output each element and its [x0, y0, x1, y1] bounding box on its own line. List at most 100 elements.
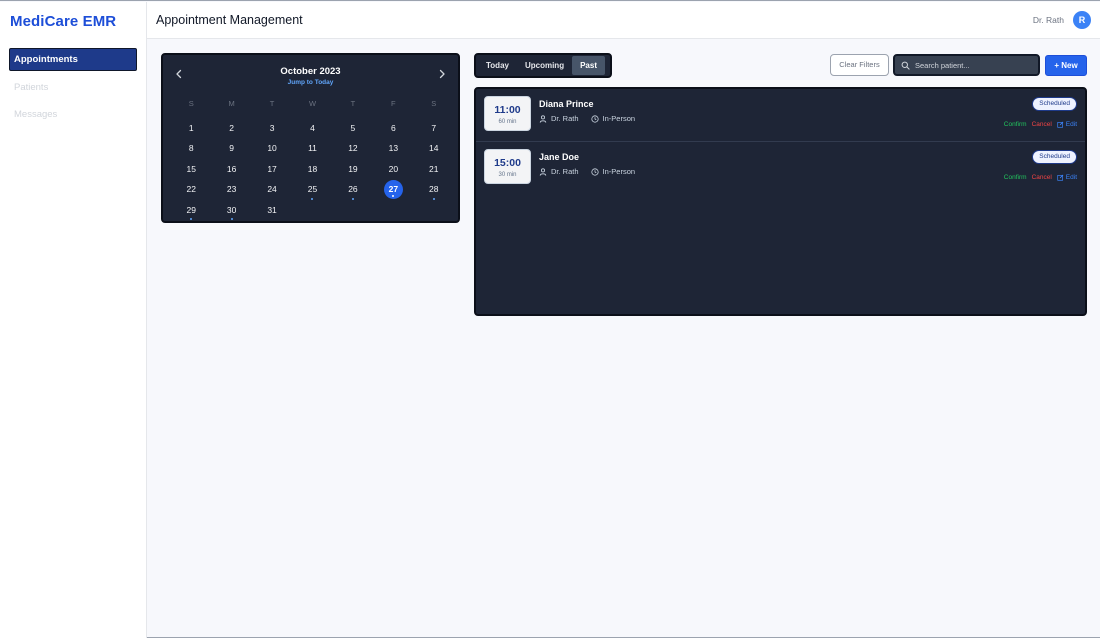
sidebar-item-appointments[interactable]: Appointments	[9, 48, 137, 71]
calendar-day[interactable]: 12	[333, 138, 373, 159]
calendar-day[interactable]: 28	[414, 179, 454, 200]
cancel-button[interactable]: Cancel	[1032, 174, 1052, 181]
clock-icon	[590, 114, 599, 123]
calendar-day[interactable]: 22	[171, 179, 211, 200]
appointment-time: 15:00	[494, 157, 521, 169]
appointment-item[interactable]: 15:00 30 min Jane Doe Dr. Rath In-Person…	[476, 142, 1085, 195]
clear-filters-button[interactable]: Clear Filters	[830, 54, 889, 76]
calendar-day-selected[interactable]: 27	[373, 179, 413, 200]
patient-name[interactable]: Diana Prince	[539, 99, 594, 109]
calendar-day-number: 19	[348, 163, 358, 174]
calendar-day-number: 7	[431, 122, 437, 133]
appointment-type: In-Person	[602, 114, 636, 123]
calendar-grid: S M T W T F S 1 2 3 4 5 6 7 8 9 10 11 12 13 14 15 16 17 18 19 20 21…	[171, 97, 454, 220]
calendar-day[interactable]: 23	[211, 179, 251, 200]
calendar-day[interactable]: 13	[373, 138, 413, 159]
confirm-button[interactable]: Confirm	[1004, 174, 1027, 181]
calendar-day-number: 3	[269, 122, 275, 133]
calendar-day-number: 22	[186, 184, 196, 194]
status-badge: Scheduled	[1032, 150, 1077, 164]
avatar[interactable]: R	[1073, 11, 1091, 29]
calendar-day-number: 17	[267, 163, 277, 174]
calendar-day[interactable]: 18	[292, 159, 332, 180]
calendar-day[interactable]: 11	[292, 138, 332, 159]
calendar-day-number: 30	[226, 204, 237, 215]
calendar-day[interactable]: 20	[373, 159, 413, 180]
calendar-day[interactable]: 4	[292, 118, 332, 139]
sidebar: MediCare EMR Appointments Patients Messa…	[0, 2, 147, 638]
cancel-button[interactable]: Cancel	[1032, 121, 1052, 128]
search-icon	[901, 61, 910, 70]
calendar-day-number: 8	[188, 143, 194, 153]
calendar-day-number: 15	[186, 163, 196, 174]
search-input[interactable]	[915, 56, 1035, 74]
app-frame: MediCare EMR Appointments Patients Messa…	[0, 0, 1100, 638]
tab-upcoming[interactable]: Upcoming	[517, 56, 572, 75]
calendar-day-number: 28	[429, 184, 439, 194]
calendar-day[interactable]: 8	[171, 138, 211, 159]
calendar-day[interactable]: 5	[333, 118, 373, 139]
sidebar-item-messages[interactable]: Messages	[9, 103, 137, 126]
jump-to-today-link[interactable]: Jump to Today	[163, 79, 458, 86]
edit-button[interactable]: Edit	[1057, 121, 1077, 128]
patient-name[interactable]: Jane Doe	[539, 152, 579, 162]
calendar-day[interactable]: 17	[252, 159, 292, 180]
calendar-day-number: 9	[229, 143, 234, 153]
page-title: Appointment Management	[156, 13, 303, 27]
weekday-label: S	[431, 99, 437, 108]
clock-icon	[590, 167, 599, 176]
calendar-day-number: 10	[267, 143, 277, 153]
appointment-meta: Dr. Rath In-Person	[539, 167, 635, 176]
tab-today[interactable]: Today	[478, 56, 517, 75]
weekday-label: T	[350, 99, 356, 108]
edit-button[interactable]: Edit	[1057, 174, 1077, 181]
appointment-dot-indicator	[351, 197, 354, 200]
calendar-day-number: 12	[348, 143, 358, 153]
calendar-day-number: 25	[307, 184, 318, 194]
calendar-day[interactable]: 6	[373, 118, 413, 139]
calendar-day[interactable]: 14	[414, 138, 454, 159]
calendar-day[interactable]: 24	[252, 179, 292, 200]
calendar-day[interactable]: 26	[333, 179, 373, 200]
new-appointment-button[interactable]: + New	[1045, 55, 1087, 76]
calendar-day-number: 21	[429, 163, 439, 174]
calendar-day-number: 20	[388, 163, 399, 174]
calendar-day[interactable]: 7	[414, 118, 454, 139]
calendar-day[interactable]: 3	[252, 118, 292, 139]
edit-icon	[1057, 121, 1064, 128]
calendar-day[interactable]: 25	[292, 179, 332, 200]
appointment-tabs: Today Upcoming Past	[474, 53, 612, 78]
calendar-day-number: 23	[226, 184, 237, 194]
calendar-day-number: 14	[429, 143, 439, 153]
status-badge: Scheduled	[1032, 97, 1077, 111]
appointment-duration: 30 min	[498, 172, 517, 178]
calendar-day[interactable]: 21	[414, 159, 454, 180]
top-header: Appointment Management Dr. Rath R	[147, 2, 1100, 39]
weekday-label: F	[391, 99, 396, 108]
calendar-day[interactable]: 29	[171, 200, 211, 220]
appointment-time: 11:00	[494, 104, 521, 116]
tab-past[interactable]: Past	[572, 56, 605, 75]
sidebar-item-patients[interactable]: Patients	[9, 76, 137, 99]
user-icon	[539, 114, 547, 123]
search-box	[893, 54, 1040, 76]
appointment-time-box: 11:00 60 min	[484, 96, 531, 131]
calendar-day-number: 26	[348, 184, 358, 194]
calendar-day[interactable]: 1	[171, 118, 211, 139]
calendar-day-number: 31	[267, 204, 277, 215]
calendar-day-number: 24	[267, 184, 277, 194]
calendar-day[interactable]: 16	[211, 159, 251, 180]
calendar-day-number: 1	[188, 122, 194, 133]
calendar-day[interactable]: 9	[211, 138, 251, 159]
calendar-month-label: October 2023	[280, 66, 341, 77]
calendar-day[interactable]: 10	[252, 138, 292, 159]
confirm-button[interactable]: Confirm	[1004, 121, 1027, 128]
chevron-right-icon[interactable]	[435, 67, 449, 81]
calendar-day[interactable]: 2	[211, 118, 251, 139]
calendar-day[interactable]: 19	[333, 159, 373, 180]
calendar-day[interactable]: 31	[252, 200, 292, 221]
calendar-day[interactable]: 30	[211, 200, 251, 220]
appointment-item[interactable]: 11:00 60 min Diana Prince Dr. Rath In-Pe…	[476, 89, 1085, 142]
brand-logo[interactable]: MediCare EMR	[10, 13, 116, 30]
calendar-day[interactable]: 15	[171, 159, 211, 180]
